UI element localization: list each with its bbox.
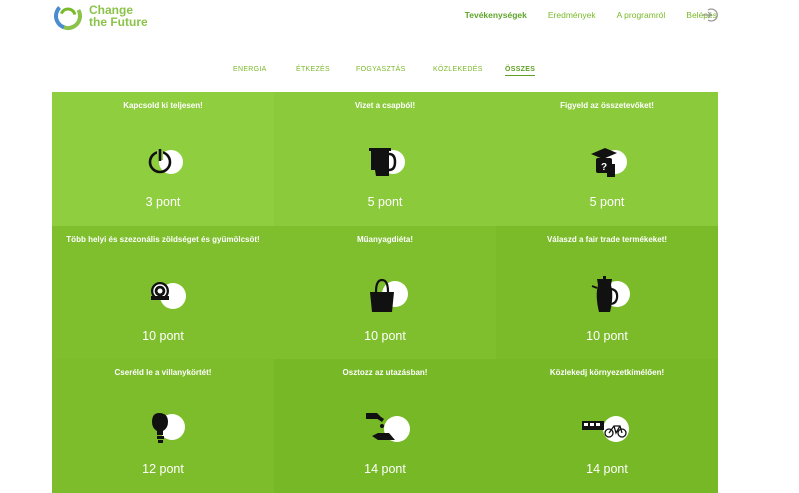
activity-tile-fair-trade[interactable]: Válaszd a fair trade termékeket! 10 pont bbox=[496, 226, 718, 359]
activity-tile-lightbulb[interactable]: Cseréld le a villanykörtét! 12 pont bbox=[52, 359, 274, 493]
bag-icon bbox=[370, 278, 408, 312]
tile-points: 12 pont bbox=[142, 462, 184, 476]
category-tabs: ENERGIA ÉTKEZÉS FOGYASZTÁS KÖZLEKEDÉS ÖS… bbox=[0, 66, 799, 80]
svg-text:?: ? bbox=[601, 162, 607, 173]
tab-kozlekedes[interactable]: KÖZLEKEDÉS bbox=[433, 66, 483, 73]
tile-title: Válaszd a fair trade termékeket! bbox=[546, 235, 668, 244]
tile-title: Vizet a csapból! bbox=[354, 101, 416, 110]
brand-name: Change the Future bbox=[89, 4, 148, 28]
tile-title: Osztozz az utazásban! bbox=[342, 368, 428, 377]
activity-tile-plastic-diet[interactable]: Műanyagdiéta! 10 pont bbox=[274, 226, 496, 359]
tile-title: Műanyagdiéta! bbox=[356, 235, 413, 244]
tab-etkezes[interactable]: ÉTKEZÉS bbox=[296, 66, 330, 73]
tile-points: 10 pont bbox=[364, 329, 406, 343]
tab-energia[interactable]: ENERGIA bbox=[233, 66, 267, 73]
activity-tile-power[interactable]: Kapcsold ki teljesen! 3 pont bbox=[52, 92, 274, 226]
power-icon bbox=[148, 148, 183, 174]
activity-tile-ingredients[interactable]: Figyeld az összetevőket! ? 5 pont bbox=[496, 92, 718, 226]
tile-points: 10 pont bbox=[586, 329, 628, 343]
tile-title: Cseréld le a villanykörtét! bbox=[114, 368, 212, 377]
nav-activities[interactable]: Tevékenységek bbox=[465, 10, 527, 20]
tile-title: Több helyi és szezonális zöldséget és gy… bbox=[66, 235, 260, 244]
nav-about[interactable]: A programról bbox=[617, 10, 666, 20]
activity-tile-green-transport[interactable]: Közlekedj környezetkímélően! 14 pont bbox=[496, 359, 718, 493]
ingredients-icon: ? bbox=[591, 148, 627, 177]
tab-fogyasztas[interactable]: FOGYASZTÁS bbox=[356, 66, 406, 73]
tile-points: 14 pont bbox=[586, 462, 628, 476]
top-navigation: Tevékenységek Eredmények A programról Be… bbox=[444, 10, 717, 20]
tile-title: Közlekedj környezetkímélően! bbox=[549, 368, 665, 377]
activity-grid: Kapcsold ki teljesen! 3 pont Vizet a csa… bbox=[52, 92, 718, 493]
share-ride-icon bbox=[366, 413, 410, 442]
brand-line-2: the Future bbox=[89, 15, 148, 29]
lightbulb-icon bbox=[152, 413, 185, 443]
tile-title: Kapcsold ki teljesen! bbox=[123, 101, 203, 110]
logo-mark-icon bbox=[54, 2, 82, 30]
bike-bus-icon bbox=[582, 416, 629, 442]
tile-points: 10 pont bbox=[142, 329, 184, 343]
login-icon[interactable] bbox=[702, 7, 718, 23]
activity-tile-water[interactable]: Vizet a csapból! 5 pont bbox=[274, 92, 496, 226]
tile-title: Figyeld az összetevőket! bbox=[560, 101, 654, 110]
jug-icon bbox=[369, 148, 405, 176]
coffee-pot-icon bbox=[591, 276, 630, 312]
nav-results[interactable]: Eredmények bbox=[548, 10, 596, 20]
tab-osszes[interactable]: ÖSSZES bbox=[505, 66, 536, 76]
logo[interactable]: Change the Future bbox=[52, 0, 148, 32]
tile-points: 5 pont bbox=[367, 195, 403, 209]
tile-points: 14 pont bbox=[364, 462, 406, 476]
tile-points: 5 pont bbox=[589, 195, 625, 209]
activity-tile-share-ride[interactable]: Osztozz az utazásban! 14 pont bbox=[274, 359, 496, 493]
tile-points: 3 pont bbox=[145, 195, 181, 209]
coin-icon bbox=[151, 282, 186, 309]
activity-tile-local-produce[interactable]: Több helyi és szezonális zöldséget és gy… bbox=[52, 226, 274, 359]
